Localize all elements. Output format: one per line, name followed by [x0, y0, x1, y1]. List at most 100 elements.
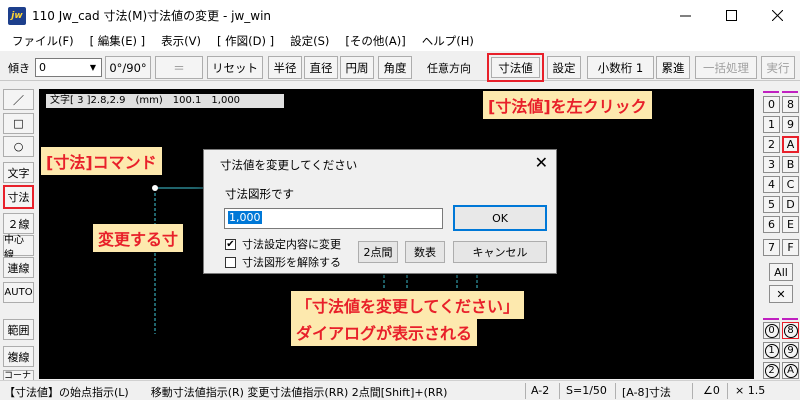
checkbox-checked-icon[interactable]: ✔ [225, 238, 236, 250]
layer-group-C[interactable]: C [782, 176, 799, 193]
tool-line[interactable]: ／ [3, 89, 34, 110]
maximize-icon [725, 10, 737, 21]
layer-group-F[interactable]: F [782, 239, 799, 256]
menu-file[interactable]: ファイル(F) [4, 33, 82, 49]
tool-connect-line[interactable]: 連線 [3, 257, 34, 278]
callout-dialog-shown-line1: 「寸法値を変更してください」 [291, 291, 525, 319]
status-bar: 【寸法値】の始点指示(L) 移動寸法値指示(R) 変更寸法値指示(RR) 2点間… [0, 380, 800, 400]
layer-group-2[interactable]: 2 [763, 136, 780, 153]
menu-view[interactable]: 表示(V) [153, 33, 209, 49]
tool-dimension[interactable]: 寸法 [3, 185, 34, 209]
execute-button[interactable]: 実行 [761, 56, 795, 79]
clear-layer-groups-button[interactable]: ✕ [769, 285, 793, 303]
layer-group-1[interactable]: 1 [763, 116, 780, 133]
all-layer-groups-button[interactable]: All [769, 263, 793, 281]
any-direction-option[interactable]: 任意方向 [427, 57, 471, 79]
tool-parallel-line[interactable]: 複線 [3, 346, 34, 367]
dialog-title: 寸法値を変更してください [220, 158, 358, 172]
dim-value-button[interactable]: 寸法値 [491, 57, 540, 78]
status-instruction: 【寸法値】の始点指示(L) 移動寸法値指示(R) 変更寸法値指示(RR) 2点間… [4, 386, 448, 399]
change-dim-value-dialog: 寸法値を変更してください ✕ 寸法図形です 1,000 OK ✔ 寸法設定内容に… [203, 149, 557, 274]
angle-dimension-button[interactable]: 角度 [378, 56, 412, 79]
diameter-button[interactable]: 直径 [304, 56, 338, 79]
cumulative-button[interactable]: 累進 [656, 56, 690, 79]
tool-center-line[interactable]: 中心線 [3, 235, 34, 261]
status-zoom[interactable]: × 1.5 [735, 384, 765, 397]
layer-group-5[interactable]: 5 [763, 196, 780, 213]
dim-value-input[interactable]: 1,000 [224, 208, 443, 229]
settings-button[interactable]: 設定 [547, 56, 581, 79]
layer-group-7[interactable]: 7 [763, 239, 780, 256]
status-angle[interactable]: ∠0 [703, 384, 720, 397]
tool-circle[interactable]: ○ [3, 136, 34, 157]
apply-dim-settings-checkbox[interactable]: ✔ 寸法設定内容に変更 [225, 236, 341, 252]
decimal-digits-button[interactable]: 小数桁 1 [587, 56, 654, 79]
layer-8[interactable]: 8 [782, 322, 799, 339]
menu-help[interactable]: ヘルプ(H) [414, 33, 482, 49]
equal-button[interactable]: ＝ [155, 56, 203, 79]
tool-text[interactable]: 文字 [3, 162, 34, 183]
layer-group-6[interactable]: 6 [763, 216, 780, 233]
tool-rectangle[interactable]: □ [3, 113, 34, 134]
reset-button[interactable]: リセット [207, 56, 263, 79]
menu-draw[interactable]: [ 作図(D) ] [209, 33, 282, 49]
release-dim-checkbox[interactable]: 寸法図形を解除する [225, 254, 341, 270]
release-dim-label: 寸法図形を解除する [242, 256, 341, 269]
tool-range[interactable]: 範囲 [3, 319, 34, 340]
layer-1[interactable]: 1 [763, 342, 780, 359]
menu-edit[interactable]: [ 編集(E) ] [82, 33, 154, 49]
menu-other[interactable]: [その他(A)] [337, 33, 413, 49]
layer-group-3[interactable]: 3 [763, 156, 780, 173]
batch-process-button[interactable]: 一括処理 [695, 56, 757, 79]
callout-change-dim: 変更する寸 [93, 224, 184, 252]
circumference-button[interactable]: 円周 [340, 56, 374, 79]
dim-value-text: 1,000 [228, 211, 262, 224]
ok-button[interactable]: OK [453, 205, 547, 231]
menu-bar: ファイル(F) [ 編集(E) ] 表示(V) [ 作図(D) ] 設定(S) … [0, 31, 800, 51]
layer-group-8[interactable]: 8 [782, 96, 799, 113]
layer-A[interactable]: A [782, 362, 799, 379]
close-button[interactable] [754, 0, 800, 31]
cancel-button[interactable]: キャンセル [453, 241, 547, 263]
layer-group-E[interactable]: E [782, 216, 799, 233]
jwcad-window: jw 110 Jw_cad 寸法(M)寸法値の変更 - jw_win ファイル(… [0, 0, 800, 400]
layer-2[interactable]: 2 [763, 362, 780, 379]
layer-group-A[interactable]: A [782, 136, 799, 153]
layer-indicator-line [782, 318, 798, 320]
window-title: 110 Jw_cad 寸法(M)寸法値の変更 - jw_win [32, 9, 272, 23]
layer-0[interactable]: 0 [763, 322, 780, 339]
maximize-button[interactable] [708, 0, 754, 31]
status-paper-size[interactable]: A-2 [531, 384, 549, 397]
title-bar[interactable]: jw 110 Jw_cad 寸法(M)寸法値の変更 - jw_win [0, 0, 800, 31]
dialog-label: 寸法図形です [225, 187, 294, 201]
menu-settings[interactable]: 設定(S) [282, 33, 337, 49]
two-points-button[interactable]: 2点間 [358, 241, 398, 263]
status-scale[interactable]: S=1/50 [566, 384, 607, 397]
left-tool-palette: ／ □ ○ 文字 寸法 ２線 中心線 連線 AUTO 範囲 複線 コーナー [0, 89, 37, 394]
formula-table-button[interactable]: 数表 [405, 241, 445, 263]
status-divider [615, 383, 616, 399]
close-icon [771, 10, 783, 21]
layer-group-0[interactable]: 0 [763, 96, 780, 113]
status-layer[interactable]: [A-8]寸法 [622, 384, 671, 400]
angle-0-90-button[interactable]: 0°/90° [105, 56, 151, 79]
slope-combo[interactable]: 0 ▼ [35, 58, 102, 77]
layer-group-4[interactable]: 4 [763, 176, 780, 193]
dropdown-arrow-icon[interactable]: ▼ [86, 60, 100, 75]
layer-group-D[interactable]: D [782, 196, 799, 213]
app-icon: jw [8, 6, 26, 25]
radius-button[interactable]: 半径 [268, 56, 302, 79]
minimize-button[interactable] [662, 0, 708, 31]
dialog-close-icon[interactable]: ✕ [535, 153, 548, 172]
status-divider [692, 383, 693, 399]
layer-group-9[interactable]: 9 [782, 116, 799, 133]
tool-auto[interactable]: AUTO [3, 282, 34, 303]
status-divider [559, 383, 560, 399]
layer-group-B[interactable]: B [782, 156, 799, 173]
layer-indicator-line [763, 318, 779, 320]
layer-9[interactable]: 9 [782, 342, 799, 359]
slope-label: 傾き [8, 62, 30, 75]
callout-dialog-shown-line2: ダイアログが表示される [291, 318, 478, 346]
checkbox-unchecked-icon[interactable] [225, 256, 236, 268]
layer-indicator-line [763, 91, 779, 93]
